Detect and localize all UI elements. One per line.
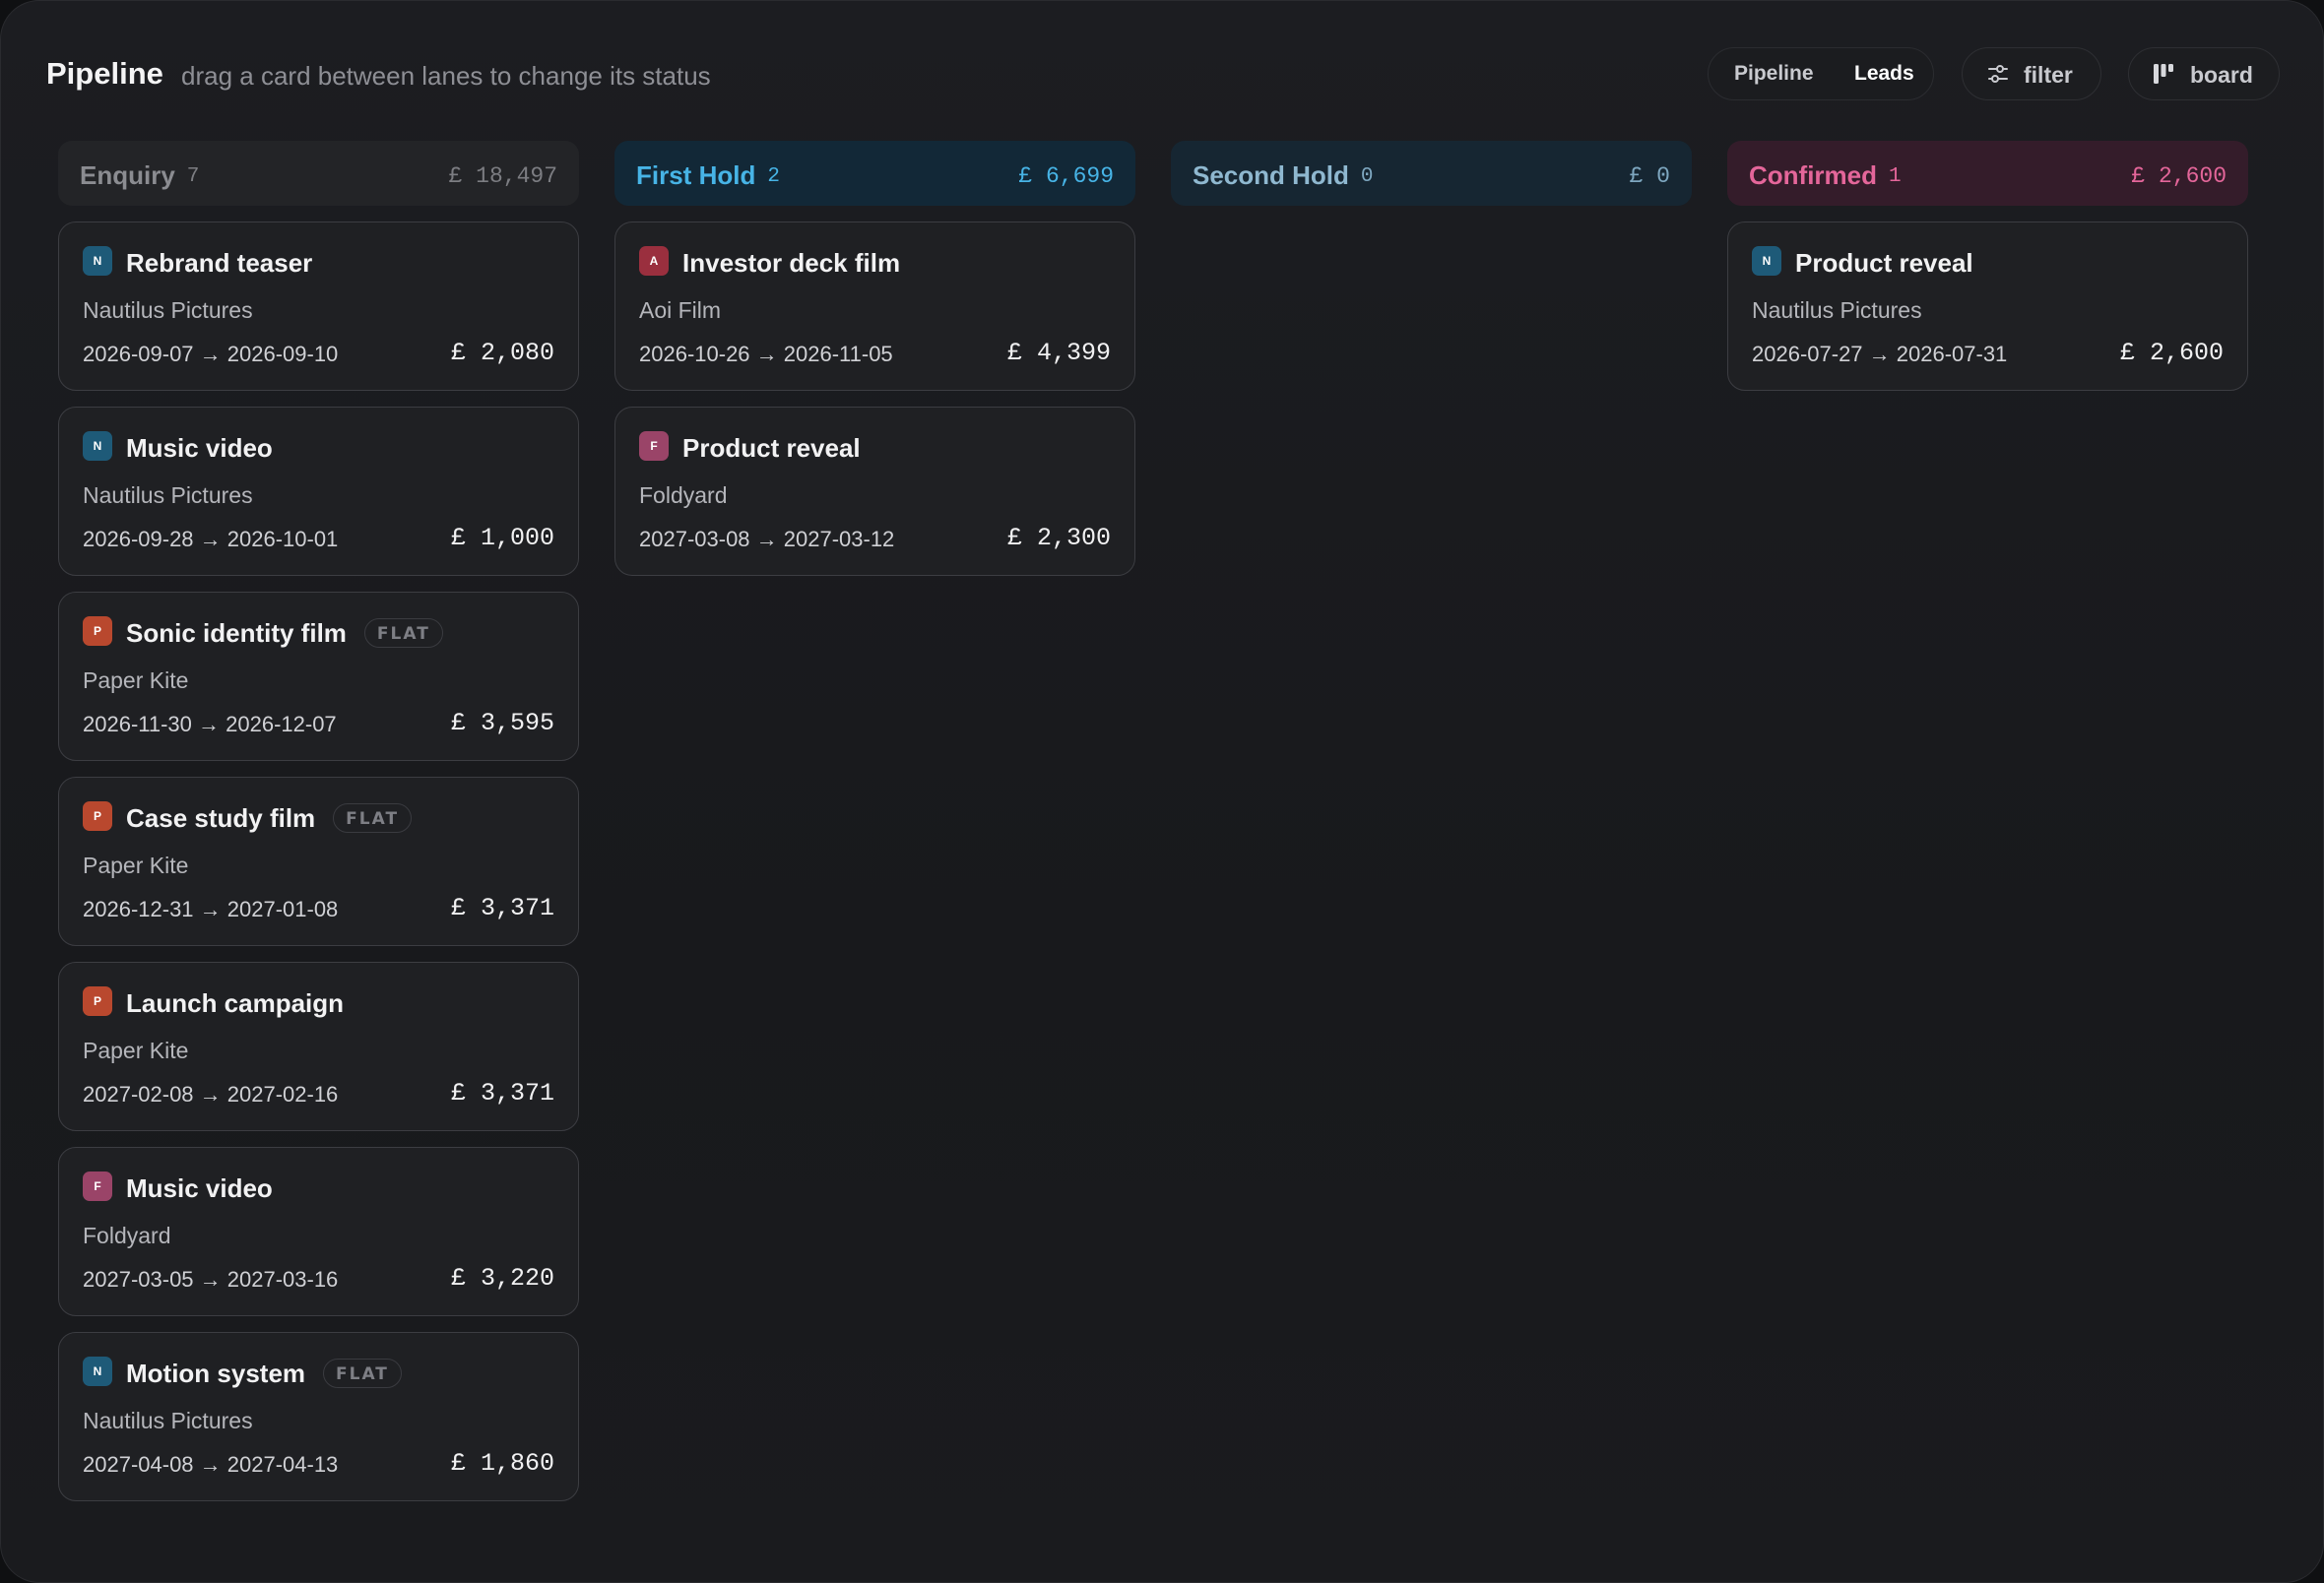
lane-header: Enquiry 7 £ 18,497 bbox=[58, 141, 579, 206]
card-title: Motion system bbox=[126, 1359, 306, 1388]
card-title: Music video bbox=[126, 433, 273, 463]
deal-card[interactable]: F Product reveal Foldyard 2027-03-08 → 2027… bbox=[614, 407, 1135, 576]
lane-confirmed: Confirmed 1 £ 2,600 N Product reveal Nautilus… bbox=[1727, 141, 2248, 391]
deal-card[interactable]: N Rebrand teaser Nautilus Pictures 2026-09-… bbox=[58, 222, 579, 391]
deal-card[interactable]: P Sonic identity film FLAT Paper Kite 2026-1… bbox=[58, 592, 579, 761]
lane-enquiry: Enquiry 7 £ 18,497 N Rebrand teaser Nautilus … bbox=[58, 141, 579, 1501]
card-amount: £ 2,080 bbox=[450, 339, 554, 367]
card-amount: £ 3,371 bbox=[450, 1079, 554, 1108]
client-avatar: F bbox=[83, 1171, 112, 1201]
flat-badge: FLAT bbox=[323, 1359, 402, 1388]
lane-name: First Hold bbox=[636, 160, 756, 190]
card-amount: £ 1,000 bbox=[450, 524, 554, 552]
kanban-icon bbox=[2154, 64, 2173, 84]
card-amount: £ 3,220 bbox=[450, 1264, 554, 1293]
card-title: Case study film bbox=[126, 803, 316, 833]
lane-total: £ 18,497 bbox=[448, 163, 557, 189]
deal-card[interactable]: A Investor deck film Aoi Film 2026-10-26 → … bbox=[614, 222, 1135, 391]
card-dates: 2026-07-27 → 2026-07-31 bbox=[1752, 342, 2008, 366]
card-dates: 2027-03-05 → 2027-03-16 bbox=[83, 1267, 339, 1292]
sliders-icon bbox=[1988, 65, 2008, 83]
page-subtitle: drag a card between lanes to change its … bbox=[181, 61, 711, 91]
card-title: Product reveal bbox=[682, 433, 861, 463]
page-title: Pipeline bbox=[46, 56, 163, 91]
card-title: Product reveal bbox=[1795, 248, 1973, 278]
board-label: board bbox=[2190, 62, 2253, 88]
card-amount: £ 4,399 bbox=[1006, 339, 1111, 367]
card-client: Paper Kite bbox=[83, 853, 189, 878]
deal-card[interactable]: P Launch campaign Paper Kite 2027-02-08 → 2… bbox=[58, 962, 579, 1131]
card-client: Nautilus Pictures bbox=[1752, 297, 1922, 323]
lane-count: 1 bbox=[1889, 165, 1902, 188]
card-title: Sonic identity film bbox=[126, 618, 347, 648]
app-window: Pipeline drag a card between lanes to ch… bbox=[0, 0, 2324, 1583]
card-title: Investor deck film bbox=[682, 248, 901, 278]
client-avatar: P bbox=[83, 986, 112, 1016]
card-client: Nautilus Pictures bbox=[83, 482, 253, 508]
card-dates: 2026-09-07 → 2026-09-10 bbox=[83, 342, 339, 366]
header: Pipeline drag a card between lanes to ch… bbox=[1, 1, 2323, 149]
card-title: Launch campaign bbox=[126, 988, 345, 1018]
client-avatar: P bbox=[83, 801, 112, 831]
lane-count: 7 bbox=[186, 165, 200, 188]
filter-button[interactable]: filter bbox=[1962, 47, 2101, 100]
card-amount: £ 1,860 bbox=[450, 1449, 554, 1478]
board-button[interactable]: board bbox=[2128, 47, 2280, 100]
card-amount: £ 2,300 bbox=[1006, 524, 1111, 552]
card-dates: 2026-11-30 → 2026-12-07 bbox=[83, 712, 337, 736]
filter-label: filter bbox=[2024, 62, 2073, 88]
card-amount: £ 2,600 bbox=[2119, 339, 2224, 367]
toggle-pipeline[interactable]: Pipeline bbox=[1734, 62, 1814, 86]
lane-name: Second Hold bbox=[1193, 160, 1349, 190]
lane-total: £ 0 bbox=[1629, 163, 1670, 189]
view-toggle: Pipeline Leads bbox=[1708, 47, 1934, 100]
lane-total: £ 2,600 bbox=[2131, 163, 2227, 189]
card-dates: 2026-10-26 → 2026-11-05 bbox=[639, 342, 893, 366]
flat-badge: FLAT bbox=[363, 618, 443, 648]
card-title: Music video bbox=[126, 1173, 273, 1203]
lane-count: 2 bbox=[767, 165, 780, 188]
deal-card[interactable]: N Music video Nautilus Pictures 2026-09-28 … bbox=[58, 407, 579, 576]
card-amount: £ 3,371 bbox=[450, 894, 554, 922]
card-title: Rebrand teaser bbox=[126, 248, 313, 278]
client-avatar: N bbox=[83, 1357, 112, 1386]
flat-badge: FLAT bbox=[333, 803, 413, 833]
card-amount: £ 3,595 bbox=[450, 709, 554, 737]
lane-second-hold: Second Hold 0 £ 0 bbox=[1171, 141, 1692, 206]
card-client: Nautilus Pictures bbox=[83, 297, 253, 323]
card-client: Foldyard bbox=[83, 1223, 171, 1248]
lane-first-hold: First Hold 2 £ 6,699 A Investor deck film Aoi… bbox=[614, 141, 1135, 576]
lane-name: Confirmed bbox=[1749, 160, 1877, 190]
deal-card[interactable]: N Motion system FLAT Nautilus Pictures 2027-… bbox=[58, 1332, 579, 1501]
client-avatar: N bbox=[1752, 246, 1781, 276]
client-avatar: N bbox=[83, 246, 112, 276]
toggle-leads[interactable]: Leads bbox=[1854, 62, 1914, 86]
card-dates: 2027-03-08 → 2027-03-12 bbox=[639, 527, 895, 551]
card-client: Foldyard bbox=[639, 482, 728, 508]
client-avatar: A bbox=[639, 246, 669, 276]
lane-count: 0 bbox=[1360, 165, 1374, 188]
lane-header: Confirmed 1 £ 2,600 bbox=[1727, 141, 2248, 206]
deal-card[interactable]: F Music video Foldyard 2027-03-05 → 2027-03… bbox=[58, 1147, 579, 1316]
deal-card[interactable]: N Product reveal Nautilus Pictures 2026-07-… bbox=[1727, 222, 2248, 391]
client-avatar: F bbox=[639, 431, 669, 461]
card-dates: 2027-02-08 → 2027-02-16 bbox=[83, 1082, 339, 1107]
card-dates: 2026-12-31 → 2027-01-08 bbox=[83, 897, 339, 921]
client-avatar: N bbox=[83, 431, 112, 461]
card-dates: 2027-04-08 → 2027-04-13 bbox=[83, 1452, 339, 1477]
card-client: Nautilus Pictures bbox=[83, 1408, 253, 1433]
card-client: Paper Kite bbox=[83, 1038, 189, 1063]
card-dates: 2026-09-28 → 2026-10-01 bbox=[83, 527, 339, 551]
client-avatar: P bbox=[83, 616, 112, 646]
lane-name: Enquiry bbox=[80, 160, 175, 190]
lane-header: Second Hold 0 £ 0 bbox=[1171, 141, 1692, 206]
card-client: Paper Kite bbox=[83, 667, 189, 693]
card-client: Aoi Film bbox=[639, 297, 722, 323]
lane-total: £ 6,699 bbox=[1018, 163, 1114, 189]
deal-card[interactable]: P Case study film FLAT Paper Kite 2026-12-31… bbox=[58, 777, 579, 946]
lane-header: First Hold 2 £ 6,699 bbox=[614, 141, 1135, 206]
